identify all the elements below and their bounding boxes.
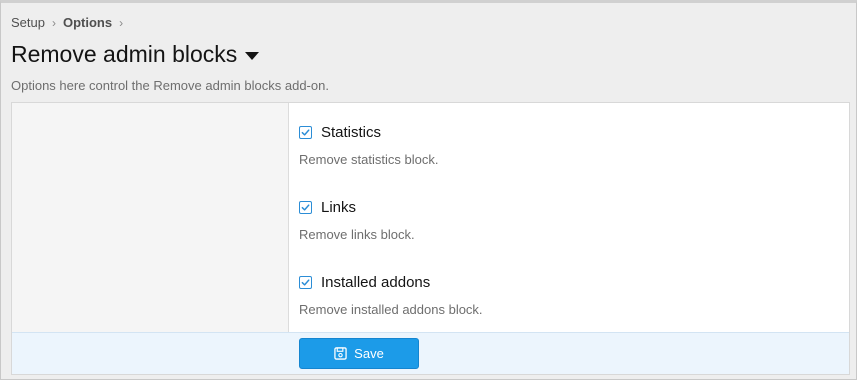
breadcrumb-separator: ›	[51, 15, 56, 30]
breadcrumb: Setup › Options ›	[11, 15, 130, 30]
option-row[interactable]: Statistics	[299, 124, 438, 141]
option-hint: Remove links block.	[299, 227, 415, 242]
form-footer: Save	[12, 332, 849, 374]
page-description: Options here control the Remove admin bl…	[11, 78, 329, 93]
save-button-label: Save	[354, 346, 384, 361]
option-label[interactable]: Links	[321, 199, 356, 216]
links-checkbox[interactable]	[299, 201, 312, 214]
option-installed-addons: Installed addons Remove installed addons…	[299, 274, 483, 317]
page-frame: Setup › Options › Remove admin blocks Op…	[0, 0, 857, 380]
options-panel: Statistics Remove statistics block. Link…	[11, 102, 850, 375]
statistics-checkbox[interactable]	[299, 126, 312, 139]
option-row[interactable]: Links	[299, 199, 415, 216]
check-icon	[301, 204, 310, 211]
installed-addons-checkbox[interactable]	[299, 276, 312, 289]
options-sidebar	[12, 103, 289, 332]
check-icon	[301, 279, 310, 286]
option-hint: Remove installed addons block.	[299, 302, 483, 317]
option-hint: Remove statistics block.	[299, 152, 439, 167]
option-links: Links Remove links block.	[299, 199, 415, 242]
floppy-disk-icon	[334, 347, 347, 360]
save-button[interactable]: Save	[299, 338, 419, 369]
option-label[interactable]: Statistics	[321, 124, 381, 141]
page-title-menu[interactable]: Remove admin blocks	[11, 41, 260, 68]
breadcrumb-options[interactable]: Options	[63, 15, 112, 30]
options-list: Statistics Remove statistics block. Link…	[290, 103, 849, 332]
caret-down-icon[interactable]	[245, 52, 260, 60]
option-row[interactable]: Installed addons	[299, 274, 483, 291]
breadcrumb-separator: ›	[119, 15, 124, 30]
option-statistics: Statistics Remove statistics block.	[299, 124, 438, 167]
check-icon	[301, 129, 310, 136]
breadcrumb-setup[interactable]: Setup	[11, 15, 45, 30]
page-title: Remove admin blocks	[11, 41, 238, 67]
option-label[interactable]: Installed addons	[321, 274, 430, 291]
